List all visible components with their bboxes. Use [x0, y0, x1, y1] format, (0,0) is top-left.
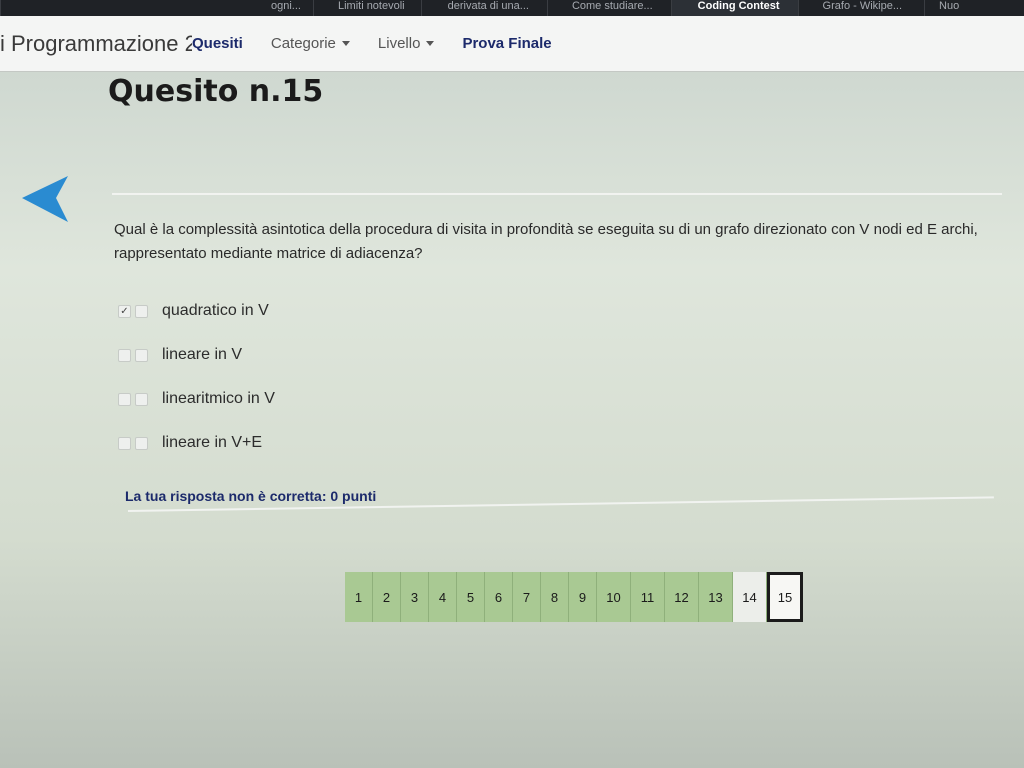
page-button[interactable]: 10	[597, 572, 631, 622]
page-button[interactable]: 5	[457, 572, 485, 622]
checkbox[interactable]	[135, 348, 148, 362]
answer-label: linearitmico in V	[162, 390, 275, 407]
answer-label: quadratico in V	[162, 302, 269, 319]
nav-link-prova-finale[interactable]: Prova Finale	[462, 35, 551, 52]
checkbox[interactable]	[135, 392, 148, 406]
page-button[interactable]: 1	[345, 572, 373, 622]
checkbox[interactable]	[135, 304, 148, 318]
page-button[interactable]: 4	[429, 572, 457, 622]
bookmark-item-active[interactable]: Coding Contest	[670, 0, 798, 16]
site-navbar: i Programmazione 2 Quesiti Categorie Liv…	[0, 16, 1024, 72]
answer-option[interactable]: lineare in V	[118, 346, 242, 364]
question-pager: 1 2 3 4 5 6 7 8 9 10 11 12 13 14 15	[345, 572, 803, 622]
nav-link-label: Categorie	[270, 35, 336, 52]
page-button[interactable]: 2	[373, 572, 401, 622]
bookmark-item[interactable]: ogni...	[0, 0, 313, 16]
page-button[interactable]: 14	[733, 572, 767, 622]
feedback-message: La tua risposta non è corretta: 0 punti	[125, 488, 377, 504]
page-button[interactable]: 13	[699, 572, 733, 622]
answer-label: lineare in V	[162, 346, 243, 363]
answer-option[interactable]: linearitmico in V	[118, 390, 275, 408]
checkbox[interactable]	[118, 436, 131, 450]
bookmarks-bar: ogni... Limiti notevoli derivata di una.…	[0, 0, 1024, 16]
top-divider	[112, 193, 1002, 195]
nav-link-label: Livello	[377, 35, 421, 52]
answer-label: lineare in V+E	[162, 434, 263, 451]
checkbox[interactable]	[118, 348, 131, 362]
nav-link-label: Quesiti	[192, 35, 243, 52]
site-title[interactable]: i Programmazione 2	[0, 31, 192, 57]
page-title: Quesito n.15	[108, 74, 324, 109]
bookmark-item[interactable]: Nuo	[924, 0, 967, 16]
back-arrow-icon[interactable]	[20, 174, 72, 224]
page-button[interactable]: 7	[513, 572, 541, 622]
page-button[interactable]: 3	[401, 572, 429, 622]
checkbox[interactable]	[135, 436, 148, 450]
checkbox[interactable]	[118, 392, 131, 406]
nav-dropdown-categorie[interactable]: Categorie	[271, 35, 350, 52]
caret-down-icon	[426, 41, 435, 46]
bookmark-item[interactable]: Come studiare...	[546, 0, 671, 16]
bookmark-item[interactable]: Limiti notevoli	[312, 0, 421, 16]
page-button[interactable]: 9	[569, 572, 597, 622]
checkbox-checked[interactable]: ✓	[118, 304, 131, 318]
nav-link-label: Prova Finale	[462, 35, 552, 52]
caret-down-icon	[341, 41, 350, 46]
answer-option[interactable]: lineare in V+E	[118, 434, 262, 452]
page-button[interactable]: 11	[631, 572, 665, 622]
question-text: Qual è la complessità asintotica della p…	[114, 221, 978, 262]
page-button[interactable]: 8	[541, 572, 569, 622]
page-button-current[interactable]: 15	[767, 572, 803, 622]
nav-dropdown-livello[interactable]: Livello	[378, 35, 435, 52]
bookmark-item[interactable]: Grafo - Wikipe...	[797, 0, 924, 16]
nav-link-quesiti[interactable]: Quesiti	[192, 35, 243, 52]
answer-option[interactable]: ✓ quadratico in V	[118, 302, 269, 320]
bookmark-item[interactable]: derivata di una...	[420, 0, 547, 16]
page-button[interactable]: 12	[665, 572, 699, 622]
page-button[interactable]: 6	[485, 572, 513, 622]
